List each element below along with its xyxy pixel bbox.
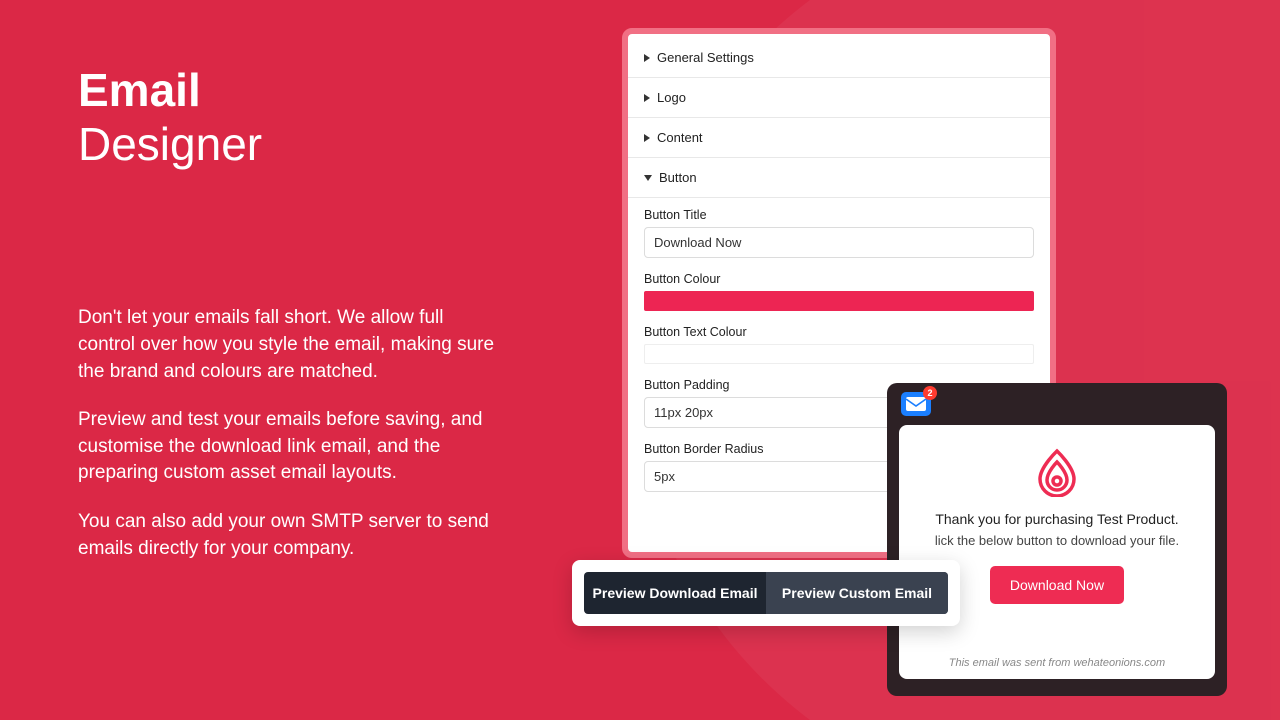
preview-tab-switcher: Preview Download Email Preview Custom Em… bbox=[572, 560, 960, 626]
tab-preview-custom[interactable]: Preview Custom Email bbox=[766, 572, 948, 614]
section-general-settings[interactable]: General Settings bbox=[628, 38, 1050, 78]
section-label: Button bbox=[659, 170, 697, 185]
email-sub-text: lick the below button to download your f… bbox=[917, 533, 1197, 548]
button-colour-swatch[interactable] bbox=[644, 291, 1034, 311]
section-content[interactable]: Content bbox=[628, 118, 1050, 158]
tab-preview-download[interactable]: Preview Download Email bbox=[584, 572, 766, 614]
email-footer-text: This email was sent from wehateonions.co… bbox=[899, 657, 1215, 669]
email-body: Thank you for purchasing Test Product. l… bbox=[899, 425, 1215, 679]
button-title-input[interactable] bbox=[644, 227, 1034, 258]
hero-para-2: Preview and test your emails before savi… bbox=[78, 407, 498, 487]
section-label: General Settings bbox=[657, 50, 754, 65]
button-text-colour-swatch[interactable] bbox=[644, 344, 1034, 364]
button-colour-label: Button Colour bbox=[644, 272, 1034, 286]
email-titlebar: 2 bbox=[887, 383, 1227, 425]
chevron-right-icon bbox=[644, 54, 650, 62]
hero-copy: Email Designer Don't let your emails fal… bbox=[78, 65, 498, 584]
email-thanks-text: Thank you for purchasing Test Product. bbox=[917, 511, 1197, 527]
section-logo[interactable]: Logo bbox=[628, 78, 1050, 118]
chevron-right-icon bbox=[644, 94, 650, 102]
hero-title-light: Designer bbox=[78, 118, 498, 171]
email-preview-window: 2 Thank you for purchasing Test Product.… bbox=[887, 383, 1227, 696]
download-now-button[interactable]: Download Now bbox=[990, 566, 1124, 604]
section-label: Logo bbox=[657, 90, 686, 105]
chevron-down-icon bbox=[644, 175, 652, 181]
button-title-label: Button Title bbox=[644, 208, 1034, 222]
chevron-right-icon bbox=[644, 134, 650, 142]
section-button[interactable]: Button bbox=[628, 158, 1050, 198]
button-text-colour-label: Button Text Colour bbox=[644, 325, 1034, 339]
brand-logo-icon bbox=[1032, 447, 1082, 497]
mail-badge: 2 bbox=[923, 386, 937, 400]
hero-para-3: You can also add your own SMTP server to… bbox=[78, 509, 498, 562]
hero-para-1: Don't let your emails fall short. We all… bbox=[78, 305, 498, 385]
mail-app-icon: 2 bbox=[901, 392, 931, 416]
section-label: Content bbox=[657, 130, 703, 145]
hero-title-bold: Email bbox=[78, 65, 498, 116]
